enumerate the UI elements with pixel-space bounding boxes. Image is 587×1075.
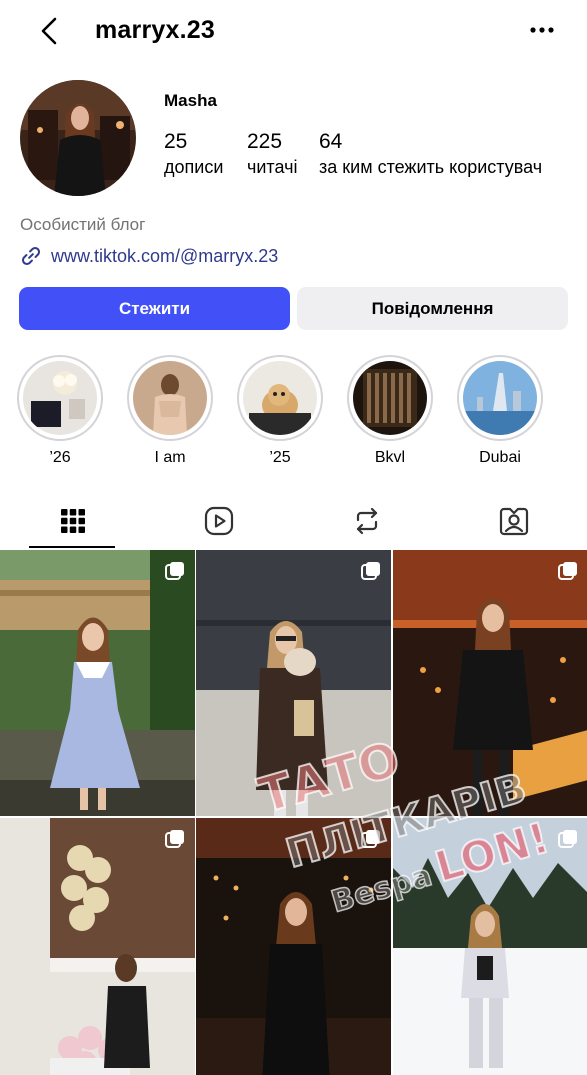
stat-followers-value: 225 [247,130,283,153]
tab-reels[interactable] [146,494,292,548]
highlight-cover [243,361,317,435]
highlight-item[interactable]: I am [127,355,213,467]
highlight-cover [353,361,427,435]
bio-link[interactable]: www.tiktok.com/@marryx.23 [20,245,278,267]
active-tab-indicator [29,546,115,548]
stat-followers[interactable]: 225 читачі [247,130,297,178]
highlight-cover [463,361,537,435]
reels-icon [204,506,234,536]
tagged-icon [499,507,529,536]
multiple-photos-icon [165,562,184,580]
multiple-photos-icon [558,830,577,848]
highlight-item[interactable]: Dubai [457,355,543,467]
highlight-label: ’26 [49,449,71,466]
repost-icon [356,507,378,535]
chevron-left-icon [41,17,57,45]
post-thumbnail[interactable] [196,818,391,1075]
profile-avatar[interactable] [20,80,136,196]
highlight-label: ’25 [269,449,291,466]
highlight-cover [23,361,97,435]
stat-followers-label: читачі [247,157,298,177]
post-thumbnail[interactable] [0,818,195,1075]
post-thumbnail[interactable] [393,818,587,1075]
highlight-label: I am [154,449,186,466]
stat-following[interactable]: 64 за ким стежить користувач [319,130,542,178]
post-thumbnail[interactable] [0,550,195,816]
profile-display-name: Masha [164,91,217,110]
highlight-label: Dubai [479,449,521,466]
post-thumbnail[interactable] [393,550,587,816]
multiple-photos-icon [165,830,184,848]
multiple-photos-icon [361,830,380,848]
stat-following-label: за ким стежить користувач [319,157,543,177]
profile-username: marryx.23 [95,16,215,44]
more-horizontal-icon [530,27,554,33]
stat-posts[interactable]: 25 дописи [164,130,223,178]
multiple-photos-icon [558,562,577,580]
stat-posts-value: 25 [164,130,188,153]
highlight-item[interactable]: ’26 [17,355,103,467]
follow-button[interactable]: Стежити [19,287,290,330]
stat-posts-label: дописи [164,157,224,177]
stat-following-value: 64 [319,130,343,153]
multiple-photos-icon [361,562,380,580]
tab-tagged[interactable] [441,494,587,548]
highlight-item[interactable]: ’25 [237,355,323,467]
bio-category: Особистий блог [20,215,146,234]
link-icon [21,246,41,266]
highlight-cover [133,361,207,435]
back-button[interactable] [32,14,66,48]
post-thumbnail[interactable] [196,550,391,816]
highlight-item[interactable]: Bkvl [347,355,433,467]
top-bar: marryx.23 [0,0,587,62]
tab-posts[interactable] [0,494,146,548]
tab-reposts[interactable] [294,494,440,548]
highlight-label: Bkvl [374,449,406,466]
more-options-button[interactable] [527,20,557,40]
message-button[interactable]: Повідомлення [297,287,568,330]
bio-link-text[interactable]: www.tiktok.com/@marryx.23 [51,246,278,267]
grid-icon [61,509,85,533]
profile-tabs [0,494,587,550]
